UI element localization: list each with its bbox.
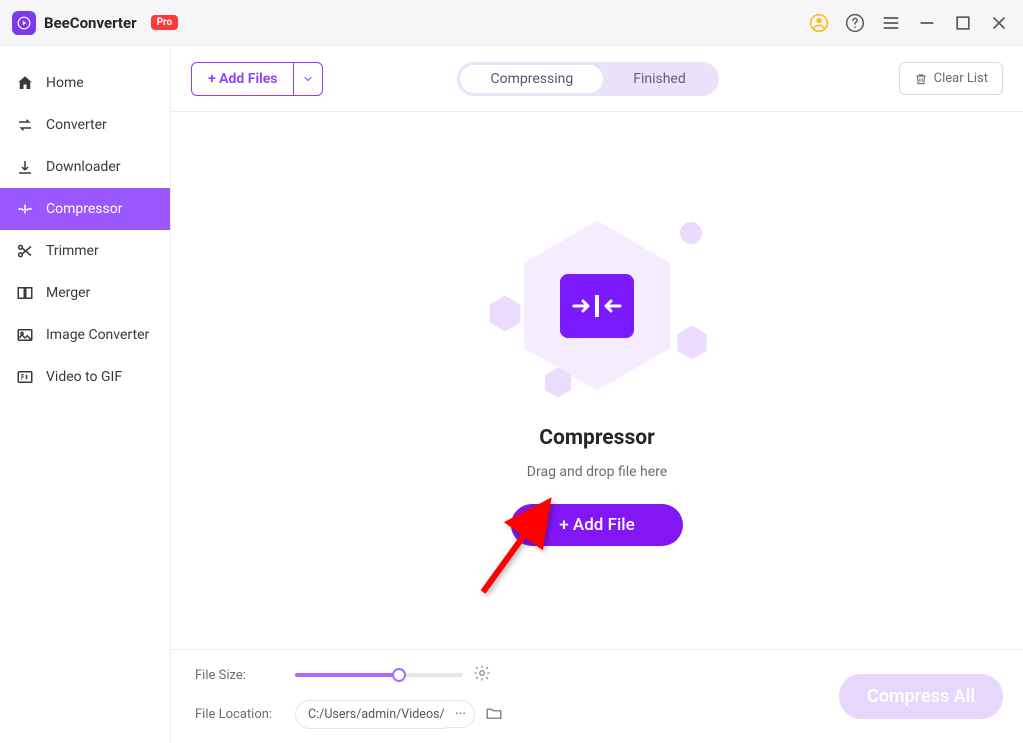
app-logo-group: BeeConverter Pro xyxy=(12,11,178,35)
bottom-bar: File Size: Compress All File Location: ·… xyxy=(171,649,1023,743)
trash-icon xyxy=(914,72,928,86)
help-icon[interactable] xyxy=(845,13,865,33)
merger-icon xyxy=(16,284,34,302)
clear-list-label: Clear List xyxy=(934,71,988,86)
sidebar-item-label: Trimmer xyxy=(46,243,99,259)
scissors-icon xyxy=(16,242,34,260)
gif-icon xyxy=(16,368,34,386)
toolbar: + Add Files Compressing Finished Clear L… xyxy=(171,46,1023,112)
maximize-icon[interactable] xyxy=(953,13,973,33)
drop-area[interactable]: Compressor Drag and drop file here + Add… xyxy=(171,112,1023,649)
pro-badge: Pro xyxy=(151,15,179,30)
sidebar-item-image-converter[interactable]: Image Converter xyxy=(0,314,170,356)
image-icon xyxy=(16,326,34,344)
sidebar-item-trimmer[interactable]: Trimmer xyxy=(0,230,170,272)
tab-compressing[interactable]: Compressing xyxy=(460,65,603,93)
converter-icon xyxy=(16,116,34,134)
main-panel: + Add Files Compressing Finished Clear L… xyxy=(171,46,1023,743)
sidebar-item-video-to-gif[interactable]: Video to GIF xyxy=(0,356,170,398)
compressor-illustration xyxy=(497,216,697,396)
sidebar-item-compressor[interactable]: Compressor xyxy=(0,188,170,230)
sidebar-item-label: Image Converter xyxy=(46,327,149,343)
file-size-settings[interactable] xyxy=(473,664,491,686)
add-files-group: + Add Files xyxy=(191,62,323,96)
file-size-control xyxy=(295,664,783,686)
drop-subtitle: Drag and drop file here xyxy=(527,464,667,480)
file-size-label: File Size: xyxy=(195,668,295,683)
folder-icon xyxy=(485,704,503,722)
sidebar-item-label: Home xyxy=(46,75,84,91)
open-folder-button[interactable] xyxy=(485,704,503,726)
minimize-icon[interactable] xyxy=(917,13,937,33)
titlebar: BeeConverter Pro xyxy=(0,0,1023,46)
profile-icon[interactable] xyxy=(809,13,829,33)
close-icon[interactable] xyxy=(989,13,1009,33)
compress-all-button[interactable]: Compress All xyxy=(839,674,1003,719)
file-size-slider[interactable] xyxy=(295,673,463,677)
sidebar-item-downloader[interactable]: Downloader xyxy=(0,146,170,188)
sidebar-item-home[interactable]: Home xyxy=(0,62,170,104)
sidebar-item-converter[interactable]: Converter xyxy=(0,104,170,146)
sidebar-item-merger[interactable]: Merger xyxy=(0,272,170,314)
compressor-icon xyxy=(16,200,34,218)
compress-icon xyxy=(560,274,634,338)
drop-title: Compressor xyxy=(539,426,655,450)
clear-list-button[interactable]: Clear List xyxy=(899,62,1003,95)
file-location-input[interactable] xyxy=(295,700,457,729)
gear-icon xyxy=(473,664,491,682)
status-tabs: Compressing Finished xyxy=(457,62,718,96)
chevron-down-icon xyxy=(302,73,314,85)
sidebar: Home Converter Downloader Compressor Tri… xyxy=(0,46,171,743)
file-location-control: ··· xyxy=(295,700,783,729)
sidebar-item-label: Video to GIF xyxy=(46,369,122,385)
browse-location-button[interactable]: ··· xyxy=(447,700,475,728)
add-files-dropdown[interactable] xyxy=(293,62,323,96)
tab-finished[interactable]: Finished xyxy=(603,65,716,93)
app-name: BeeConverter xyxy=(44,14,137,32)
download-icon xyxy=(16,158,34,176)
home-icon xyxy=(16,74,34,92)
sidebar-item-label: Converter xyxy=(46,117,107,133)
sidebar-item-label: Downloader xyxy=(46,159,121,175)
file-location-label: File Location: xyxy=(195,707,295,722)
add-file-button[interactable]: + Add File xyxy=(511,504,682,546)
add-files-button[interactable]: + Add Files xyxy=(191,62,293,96)
sidebar-item-label: Merger xyxy=(46,285,90,301)
menu-icon[interactable] xyxy=(881,13,901,33)
sidebar-item-label: Compressor xyxy=(46,201,122,217)
app-logo-icon xyxy=(12,11,36,35)
titlebar-controls xyxy=(809,13,1009,33)
